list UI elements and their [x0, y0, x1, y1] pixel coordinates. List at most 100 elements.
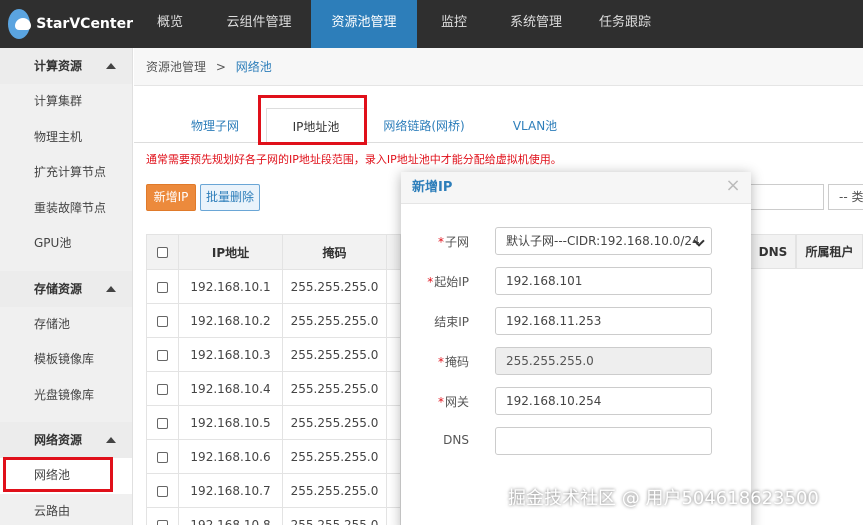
ip-table: IP地址 掩码 192.168.10.1 255.255.255.0 192.168…: [146, 234, 401, 525]
form-row-mask: *掩码 255.255.255.0: [401, 347, 751, 375]
nav-system-management[interactable]: 系统管理: [491, 0, 581, 48]
sidebar-item-expand-compute-node[interactable]: 扩充计算节点: [0, 155, 132, 191]
dialog-title: 新增IP: [401, 172, 751, 204]
watermark-text: 掘金技术社区 @ 用户504618623500: [508, 488, 819, 509]
table-row[interactable]: 192.168.10.3 255.255.255.0: [146, 337, 401, 372]
table-row[interactable]: 192.168.10.1 255.255.255.0: [146, 269, 401, 304]
tab-bar: 物理子网 IP地址池 网络链路(网桥) VLAN池: [134, 86, 863, 144]
sidebar-item-reinstall-node[interactable]: 重装故障节点: [0, 191, 132, 227]
close-icon[interactable]: ×: [725, 177, 741, 195]
sidebar-item-storage-pool[interactable]: 存储池: [0, 307, 132, 343]
ip-cell: 192.168.10.2: [178, 303, 283, 338]
collapse-caret-icon: [106, 285, 116, 292]
end-ip-label: 结束IP: [434, 315, 469, 329]
sidebar: 计算资源 计算集群 物理主机 扩充计算节点 重装故障节点 GPU池 存储资源 存…: [0, 48, 133, 525]
row-checkbox-cell: [146, 269, 179, 304]
nav-cloud-components[interactable]: 云组件管理: [207, 0, 311, 48]
row-checkbox-cell: [146, 371, 179, 406]
ip-cell: 192.168.10.6: [178, 439, 283, 474]
tab-ip-pool[interactable]: IP地址池: [266, 108, 366, 144]
row-checkbox[interactable]: [157, 485, 168, 497]
sidebar-divider: [0, 262, 132, 271]
ip-cell: 192.168.10.7: [178, 473, 283, 508]
row-checkbox[interactable]: [157, 349, 168, 361]
row-checkbox[interactable]: [157, 451, 168, 463]
column-header-mask[interactable]: 掩码: [282, 234, 387, 270]
add-ip-button[interactable]: 新增IP: [146, 184, 196, 211]
sidebar-item-compute-cluster[interactable]: 计算集群: [0, 84, 132, 120]
sidebar-section-compute[interactable]: 计算资源: [0, 48, 132, 84]
gateway-input[interactable]: 192.168.10.254: [495, 387, 712, 415]
partial-cell: [386, 337, 401, 372]
row-checkbox-cell: [146, 473, 179, 508]
table-row[interactable]: 192.168.10.8 255.255.255.0: [146, 507, 401, 525]
partial-cell: [386, 371, 401, 406]
breadcrumb: 资源池管理 > 网络池: [134, 48, 863, 86]
row-checkbox-cell: [146, 439, 179, 474]
sidebar-section-storage[interactable]: 存储资源: [0, 270, 132, 307]
tab-vlan-pool[interactable]: VLAN池: [490, 108, 580, 144]
mask-cell: 255.255.255.0: [282, 473, 387, 508]
table-row[interactable]: 192.168.10.2 255.255.255.0: [146, 303, 401, 338]
gateway-label: 网关: [444, 395, 469, 409]
table-row[interactable]: 192.168.10.6 255.255.255.0: [146, 439, 401, 474]
sidebar-divider: [0, 413, 132, 422]
batch-delete-button[interactable]: 批量删除: [200, 184, 260, 211]
table-row[interactable]: 192.168.10.4 255.255.255.0: [146, 371, 401, 406]
breadcrumb-current: 网络池: [235, 60, 272, 74]
tab-physical-subnet[interactable]: 物理子网: [170, 108, 260, 144]
sidebar-item-cloud-router[interactable]: 云路由: [0, 494, 132, 525]
app-logo[interactable]: StarVCenter: [0, 0, 133, 48]
top-navigation-bar: StarVCenter 概览 云组件管理 资源池管理 监控 系统管理 任务跟踪: [0, 0, 863, 48]
column-header-dns[interactable]: DNS: [750, 234, 796, 269]
dns-input[interactable]: [495, 427, 712, 455]
sidebar-item-network-pool[interactable]: 网络池: [0, 458, 132, 494]
tab-network-link[interactable]: 网络链路(网桥): [374, 108, 474, 144]
row-checkbox[interactable]: [157, 383, 168, 395]
form-row-dns: DNS: [401, 427, 751, 455]
table-row[interactable]: 192.168.10.5 255.255.255.0: [146, 405, 401, 440]
select-all-cell: [146, 234, 179, 270]
type-select[interactable]: -- 类: [828, 184, 863, 210]
start-ip-label: 起始IP: [434, 275, 469, 289]
nav-monitor[interactable]: 监控: [417, 0, 491, 48]
nav-task-tracking[interactable]: 任务跟踪: [581, 0, 669, 48]
form-row-subnet: *子网 默认子网---CIDR:192.168.10.0/24: [401, 227, 751, 255]
sidebar-section-network[interactable]: 网络资源: [0, 422, 132, 458]
ip-cell: 192.168.10.8: [178, 507, 283, 525]
table-row[interactable]: 192.168.10.7 255.255.255.0: [146, 473, 401, 508]
row-checkbox[interactable]: [157, 315, 168, 327]
subnet-select[interactable]: 默认子网---CIDR:192.168.10.0/24: [495, 227, 712, 255]
sidebar-item-iso-images[interactable]: 光盘镜像库: [0, 378, 132, 414]
sidebar-item-gpu-pool[interactable]: GPU池: [0, 226, 132, 262]
row-checkbox-cell: [146, 405, 179, 440]
main-menu: 概览 云组件管理 资源池管理 监控 系统管理 任务跟踪: [133, 0, 669, 48]
partial-cell: [386, 473, 401, 508]
row-checkbox[interactable]: [157, 519, 168, 525]
cloud-logo-icon: [8, 9, 32, 39]
form-row-end-ip: 结束IP 192.168.11.253: [401, 307, 751, 335]
nav-overview[interactable]: 概览: [133, 0, 207, 48]
breadcrumb-parent[interactable]: 资源池管理: [146, 60, 206, 74]
partial-cell: [386, 439, 401, 474]
select-all-checkbox[interactable]: [157, 247, 168, 258]
column-header-ip[interactable]: IP地址: [178, 234, 283, 270]
search-input[interactable]: [744, 184, 824, 210]
form-row-start-ip: *起始IP 192.168.101: [401, 267, 751, 295]
partial-cell: [386, 269, 401, 304]
row-checkbox[interactable]: [157, 417, 168, 429]
mask-cell: 255.255.255.0: [282, 337, 387, 372]
row-checkbox[interactable]: [157, 281, 168, 293]
start-ip-input[interactable]: 192.168.101: [495, 267, 712, 295]
sidebar-section-label: 存储资源: [34, 281, 83, 296]
table-header-row: IP地址 掩码: [146, 234, 401, 270]
required-mark: *: [427, 275, 434, 289]
sidebar-item-physical-host[interactable]: 物理主机: [0, 120, 132, 156]
nav-resource-pool[interactable]: 资源池管理: [311, 0, 417, 48]
subnet-label: 子网: [444, 235, 469, 249]
column-header-tenant[interactable]: 所属租户: [796, 234, 863, 269]
sidebar-item-template-images[interactable]: 模板镜像库: [0, 342, 132, 378]
partial-cell: [386, 303, 401, 338]
required-mark: *: [437, 355, 444, 369]
end-ip-input[interactable]: 192.168.11.253: [495, 307, 712, 335]
